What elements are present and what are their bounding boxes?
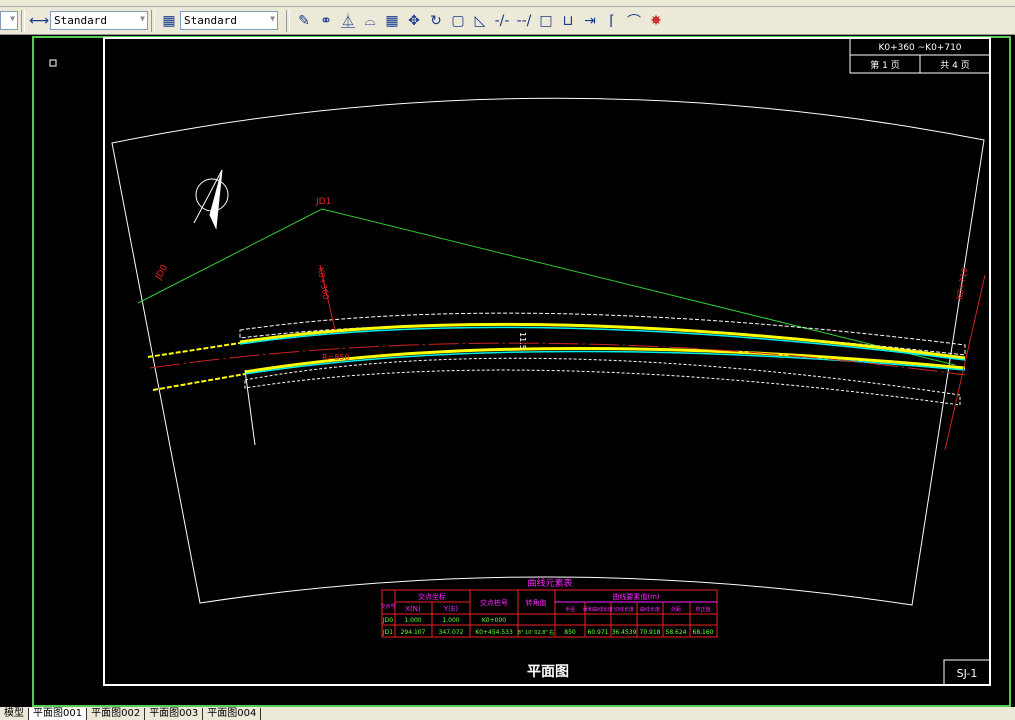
cell: 1.000 (404, 617, 421, 624)
array-icon[interactable]: ▦ (381, 10, 403, 32)
viewport-border (32, 36, 1011, 707)
trim-icon[interactable]: -/- (491, 10, 513, 32)
drawing-canvas[interactable]: K0+360 ~K0+710 第 1 页 共 4 页 JD1 JD0 11.5 … (0, 35, 1015, 707)
th-col: 半径 (565, 606, 575, 613)
th-stake: 交点桩号 (480, 598, 508, 607)
upper-toolbar-strip (0, 0, 1015, 7)
rotate-icon[interactable]: ↻ (425, 10, 447, 32)
toolbar-separator (151, 9, 155, 32)
break-at-point-icon[interactable]: ⊔ (557, 10, 579, 32)
range-text: K0+360 ~K0+710 (878, 43, 961, 53)
page-text: 第 1 页 (870, 59, 899, 71)
drawing-title: 平面图 (527, 664, 569, 680)
th-x: X(N) (405, 605, 421, 613)
cell: JD0 (382, 617, 393, 624)
tab-model[interactable]: 模型 (0, 708, 29, 720)
th-elements: 曲线要素值(m) (612, 592, 660, 601)
tab-layout-002[interactable]: 平面图002 (87, 708, 146, 720)
total-pages-text: 共 4 页 (940, 60, 969, 71)
jd0-label: JD0 (153, 263, 170, 282)
cell: K0+454.533 (475, 629, 513, 636)
tab-layout-001[interactable]: 平面图001 (29, 708, 88, 720)
dimension-style-icon[interactable]: ⟷ (28, 10, 50, 32)
cell: 347.072 (439, 629, 464, 636)
extend-icon[interactable]: --/ (513, 10, 535, 32)
end-stake-label: K0+710 (955, 267, 969, 300)
curve-radius-label: R=850 (322, 353, 350, 362)
fillet-icon[interactable]: ⌒ (623, 10, 645, 32)
explode-icon[interactable]: ✸ (645, 10, 667, 32)
table-title: 曲线元素表 (527, 577, 572, 589)
th-coord: 交点坐标 (418, 592, 446, 601)
layout-tabs: 模型 平面图001 平面图002 平面图003 平面图004 (0, 707, 1015, 720)
cell: 1.000 (442, 617, 459, 624)
th-col: 切线长度 (614, 606, 634, 613)
cell: K0+000 (482, 617, 506, 624)
stretch-icon[interactable]: ◺ (469, 10, 491, 32)
chamfer-icon[interactable]: ⌈ (601, 10, 623, 32)
curve-element-table: 曲线元素表 交点号 交点坐标 X(N) Y(E) 交点桩号 转角值 曲线要素值(… (380, 577, 718, 638)
th-col: 缓和曲线长度 (583, 606, 613, 613)
table-style-icon[interactable]: ▦ (158, 10, 180, 32)
toolbar-separator (21, 9, 25, 32)
th-y: Y(E) (443, 605, 458, 613)
title-block: K0+360 ~K0+710 第 1 页 共 4 页 (849, 37, 991, 74)
tablestyle-dropdown[interactable]: Standard ▼ (180, 11, 278, 30)
cell: 58.624 (666, 629, 687, 636)
drawing-number: SJ-1 (957, 667, 978, 680)
tab-layout-004[interactable]: 平面图004 (203, 708, 262, 720)
mirror-icon[interactable]: ⏅ (337, 10, 359, 32)
toolbar-separator (286, 9, 290, 32)
th-jd: 交点号 (380, 603, 395, 610)
north-arrow (193, 169, 229, 230)
road-plan (147, 264, 986, 451)
offset-icon[interactable]: ⌓ (359, 10, 381, 32)
copy-icon[interactable]: ⚭ (315, 10, 337, 32)
scale-icon[interactable]: ▢ (447, 10, 469, 32)
cell: JD1 (382, 629, 393, 636)
ucs-marker (49, 59, 57, 67)
modify-toolbar: ▼ ⟷ Standard ▼ ▦ Standard ▼ ✎ ⚭ ⏅ ⌓ ▦ ✥ ↻ … (0, 7, 1015, 35)
cell: 68.160 (693, 629, 714, 636)
tab-layout-003[interactable]: 平面图003 (145, 708, 204, 720)
cell: 60.971 (588, 629, 609, 636)
move-icon[interactable]: ✥ (403, 10, 425, 32)
th-col: 曲线长度 (640, 606, 660, 613)
break-icon[interactable]: □ (535, 10, 557, 32)
erase-icon[interactable]: ✎ (293, 10, 315, 32)
layer-dropdown[interactable]: ▼ (0, 11, 18, 30)
cell: 294.107 (401, 629, 426, 636)
cell: 850 (564, 629, 576, 636)
th-angle: 转角值 (526, 598, 547, 607)
cell: 8° 10' 02.8" 右 (518, 629, 555, 636)
start-stake-label: K0+360 (316, 267, 330, 300)
cell: 70.918 (640, 629, 661, 636)
th-col: 校正值 (695, 606, 710, 613)
dimstyle-dropdown[interactable]: Standard ▼ (50, 11, 148, 30)
join-icon[interactable]: ⇥ (579, 10, 601, 32)
cell: 36.4539 (612, 629, 637, 636)
jd1-label: JD1 (315, 197, 331, 207)
road-width-label: 11.5 (518, 332, 527, 350)
dimstyle-value: Standard (54, 14, 107, 27)
th-col: 外距 (671, 606, 681, 613)
tablestyle-value: Standard (184, 14, 237, 27)
